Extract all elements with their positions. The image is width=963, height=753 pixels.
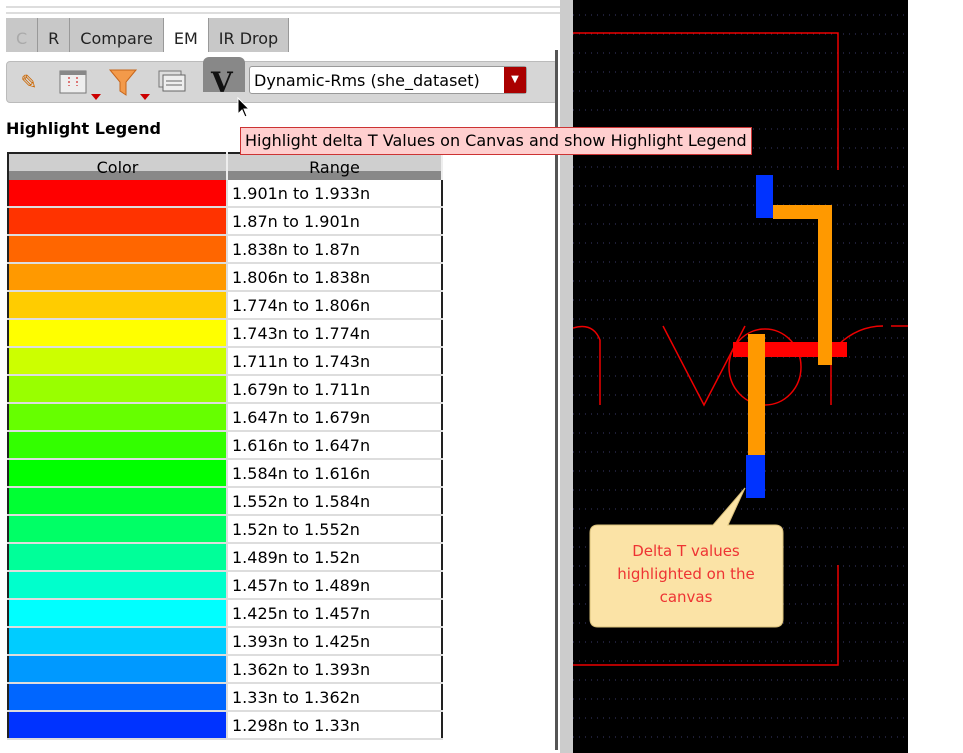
highlighted-wire[interactable] [756, 175, 773, 218]
em-panel: C R Compare EM IR Drop ✎ V Dynamic-Rms (… [0, 0, 560, 753]
highlighted-wire[interactable] [818, 205, 832, 365]
highlighted-wire[interactable] [748, 334, 765, 455]
color-swatch [8, 347, 228, 376]
range-cell: 1.87n to 1.901n [227, 207, 442, 236]
color-swatch [8, 683, 228, 712]
range-cell: 1.52n to 1.552n [227, 515, 442, 544]
color-swatch [8, 599, 228, 628]
color-swatch [8, 375, 228, 404]
legend-row: 1.806n to 1.838n [8, 263, 442, 292]
range-cell: 1.298n to 1.33n [227, 711, 442, 740]
legend-row: 1.552n to 1.584n [8, 487, 442, 516]
legend-table: Color Range 1.901n to 1.933n 1.87n to 1.9… [7, 152, 443, 740]
legend-row: 1.774n to 1.806n [8, 291, 442, 320]
color-swatch [8, 487, 228, 516]
range-cell: 1.838n to 1.87n [227, 235, 442, 264]
toolbar: ✎ V Dynamic-Rms (she_dataset) ▼ [6, 57, 558, 103]
tab-r[interactable]: R [38, 18, 71, 52]
range-cell: 1.774n to 1.806n [227, 291, 442, 320]
table-view-icon[interactable] [157, 67, 189, 97]
legend-row: 1.743n to 1.774n [8, 319, 442, 348]
color-swatch [8, 515, 228, 544]
range-cell: 1.901n to 1.933n [227, 180, 442, 208]
range-cell: 1.679n to 1.711n [227, 375, 442, 404]
range-cell: 1.806n to 1.838n [227, 263, 442, 292]
scrollbar[interactable] [555, 50, 558, 750]
legend-title: Highlight Legend [6, 119, 161, 138]
range-cell: 1.552n to 1.584n [227, 487, 442, 516]
range-cell: 1.393n to 1.425n [227, 627, 442, 656]
mouse-cursor-icon [237, 97, 251, 118]
range-cell: 1.743n to 1.774n [227, 319, 442, 348]
range-cell: 1.647n to 1.679n [227, 403, 442, 432]
range-cell: 1.616n to 1.647n [227, 431, 442, 460]
layout-canvas[interactable] [573, 0, 908, 753]
legend-row: 1.616n to 1.647n [8, 431, 442, 460]
range-cell: 1.425n to 1.457n [227, 599, 442, 628]
chevron-down-icon[interactable] [140, 94, 150, 100]
range-cell: 1.584n to 1.616n [227, 459, 442, 488]
divider [6, 6, 560, 14]
chevron-down-icon[interactable] [91, 94, 101, 100]
color-swatch [8, 235, 228, 264]
color-swatch [8, 291, 228, 320]
grid [573, 14, 908, 738]
color-swatch [8, 403, 228, 432]
legend-row: 1.711n to 1.743n [8, 347, 442, 376]
legend-row: 1.362n to 1.393n [8, 655, 442, 684]
highlighted-wire[interactable] [746, 455, 765, 498]
color-column-header: Color [8, 153, 228, 180]
tab-ir-drop[interactable]: IR Drop [208, 18, 290, 52]
color-swatch [8, 459, 228, 488]
legend-row: 1.901n to 1.933n [8, 180, 442, 208]
legend-row: 1.298n to 1.33n [8, 711, 442, 740]
color-swatch [8, 263, 228, 292]
legend-row: 1.838n to 1.87n [8, 235, 442, 264]
range-cell: 1.457n to 1.489n [227, 571, 442, 600]
tooltip: Highlight delta T Values on Canvas and s… [240, 127, 752, 155]
tab-compare[interactable]: Compare [70, 18, 164, 52]
color-swatch [8, 207, 228, 236]
tab-bar: C R Compare EM IR Drop [6, 18, 290, 52]
color-swatch [8, 627, 228, 656]
legend-row: 1.425n to 1.457n [8, 599, 442, 628]
filter-icon[interactable] [107, 67, 139, 97]
legend-row: 1.584n to 1.616n [8, 459, 442, 488]
legend-row: 1.393n to 1.425n [8, 627, 442, 656]
color-swatch [8, 543, 228, 572]
chevron-down-icon[interactable]: ▼ [504, 67, 526, 93]
legend-row: 1.52n to 1.552n [8, 515, 442, 544]
dataset-select-value: Dynamic-Rms (she_dataset) [254, 71, 480, 90]
color-swatch [8, 319, 228, 348]
legend-row: 1.679n to 1.711n [8, 375, 442, 404]
color-swatch [8, 571, 228, 600]
range-column-header: Range [227, 153, 443, 180]
legend-row: 1.457n to 1.489n [8, 571, 442, 600]
pencil-icon[interactable]: ✎ [13, 67, 45, 97]
range-cell: 1.489n to 1.52n [227, 543, 442, 572]
canvas-drawing [573, 14, 908, 738]
color-swatch [8, 431, 228, 460]
legend-row: 1.87n to 1.901n [8, 207, 442, 236]
tab-c[interactable]: C [6, 18, 39, 52]
color-swatch [8, 180, 228, 208]
color-swatch [8, 655, 228, 684]
splitter[interactable] [560, 0, 573, 753]
legend-row: 1.647n to 1.679n [8, 403, 442, 432]
range-cell: 1.362n to 1.393n [227, 655, 442, 684]
color-swatch [8, 711, 228, 740]
columns-icon[interactable] [57, 67, 89, 97]
callout-text: Delta T values highlighted on the canvas [617, 542, 755, 606]
legend-row: 1.33n to 1.362n [8, 683, 442, 712]
range-cell: 1.711n to 1.743n [227, 347, 442, 376]
tab-em[interactable]: EM [163, 18, 209, 52]
range-cell: 1.33n to 1.362n [227, 683, 442, 712]
dataset-select[interactable]: Dynamic-Rms (she_dataset) ▼ [249, 66, 527, 94]
v-icon[interactable]: V [211, 66, 233, 99]
legend-row: 1.489n to 1.52n [8, 543, 442, 572]
